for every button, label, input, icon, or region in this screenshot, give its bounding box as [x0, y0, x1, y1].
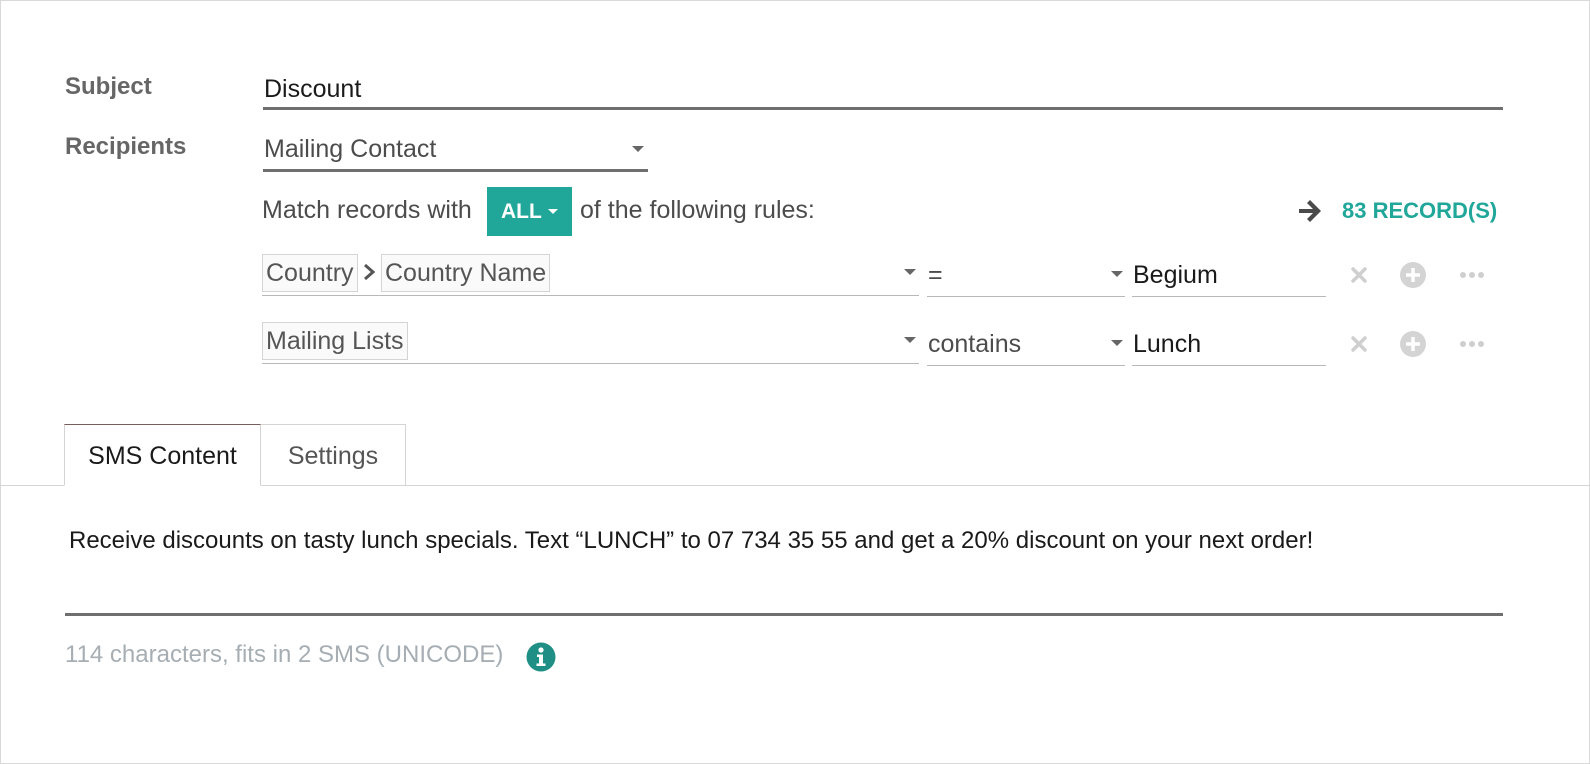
ellipsis-icon[interactable] — [1458, 330, 1486, 358]
tab-settings[interactable]: Settings — [261, 424, 406, 486]
subject-label: Subject — [65, 73, 152, 100]
rule-value-input[interactable]: Lunch — [1132, 322, 1326, 366]
subject-input[interactable]: Discount — [263, 70, 1503, 110]
caret-down-icon — [548, 209, 558, 214]
recipients-label: Recipients — [65, 133, 187, 160]
ellipsis-icon[interactable] — [1458, 261, 1486, 289]
arrow-right-icon[interactable] — [1297, 199, 1323, 223]
field-path-tag: Country — [262, 254, 358, 292]
match-mode-label: ALL — [501, 200, 542, 223]
rule-operator-select[interactable]: contains — [927, 322, 1125, 366]
rule-value-input[interactable]: Begium — [1132, 253, 1326, 297]
chevron-right-icon — [364, 264, 375, 280]
field-path-tag: Country Name — [381, 254, 551, 292]
rule-field-selector[interactable]: Mailing Lists — [262, 320, 919, 364]
recipients-select[interactable]: Mailing Contact — [263, 131, 648, 172]
sms-body-textarea[interactable]: Receive discounts on tasty lunch special… — [65, 512, 1503, 616]
plus-circle-icon[interactable] — [1399, 330, 1427, 358]
caret-down-icon — [632, 146, 644, 152]
info-circle-icon[interactable] — [526, 642, 556, 672]
rule-operator-value: contains — [928, 330, 1022, 358]
caret-down-icon — [904, 337, 916, 343]
rule-field-selector[interactable]: Country Country Name — [262, 252, 919, 296]
record-count-link[interactable]: 83 RECORD(S) — [1342, 198, 1497, 224]
match-prefix-text: Match records with — [262, 196, 472, 224]
caret-down-icon — [904, 269, 916, 275]
match-mode-button[interactable]: ALL — [487, 187, 572, 236]
field-path-tag: Mailing Lists — [262, 322, 408, 360]
close-icon[interactable] — [1345, 261, 1373, 289]
tab-sms-content[interactable]: SMS Content — [64, 424, 261, 486]
plus-circle-icon[interactable] — [1399, 261, 1427, 289]
rule-operator-value: = — [928, 261, 943, 289]
match-suffix-text: of the following rules: — [580, 196, 815, 224]
recipients-select-value: Mailing Contact — [264, 135, 437, 163]
caret-down-icon — [1111, 340, 1123, 346]
sms-char-count: 114 characters, fits in 2 SMS (UNICODE) — [65, 641, 504, 668]
close-icon[interactable] — [1345, 330, 1373, 358]
rule-operator-select[interactable]: = — [927, 253, 1125, 297]
caret-down-icon — [1111, 271, 1123, 277]
